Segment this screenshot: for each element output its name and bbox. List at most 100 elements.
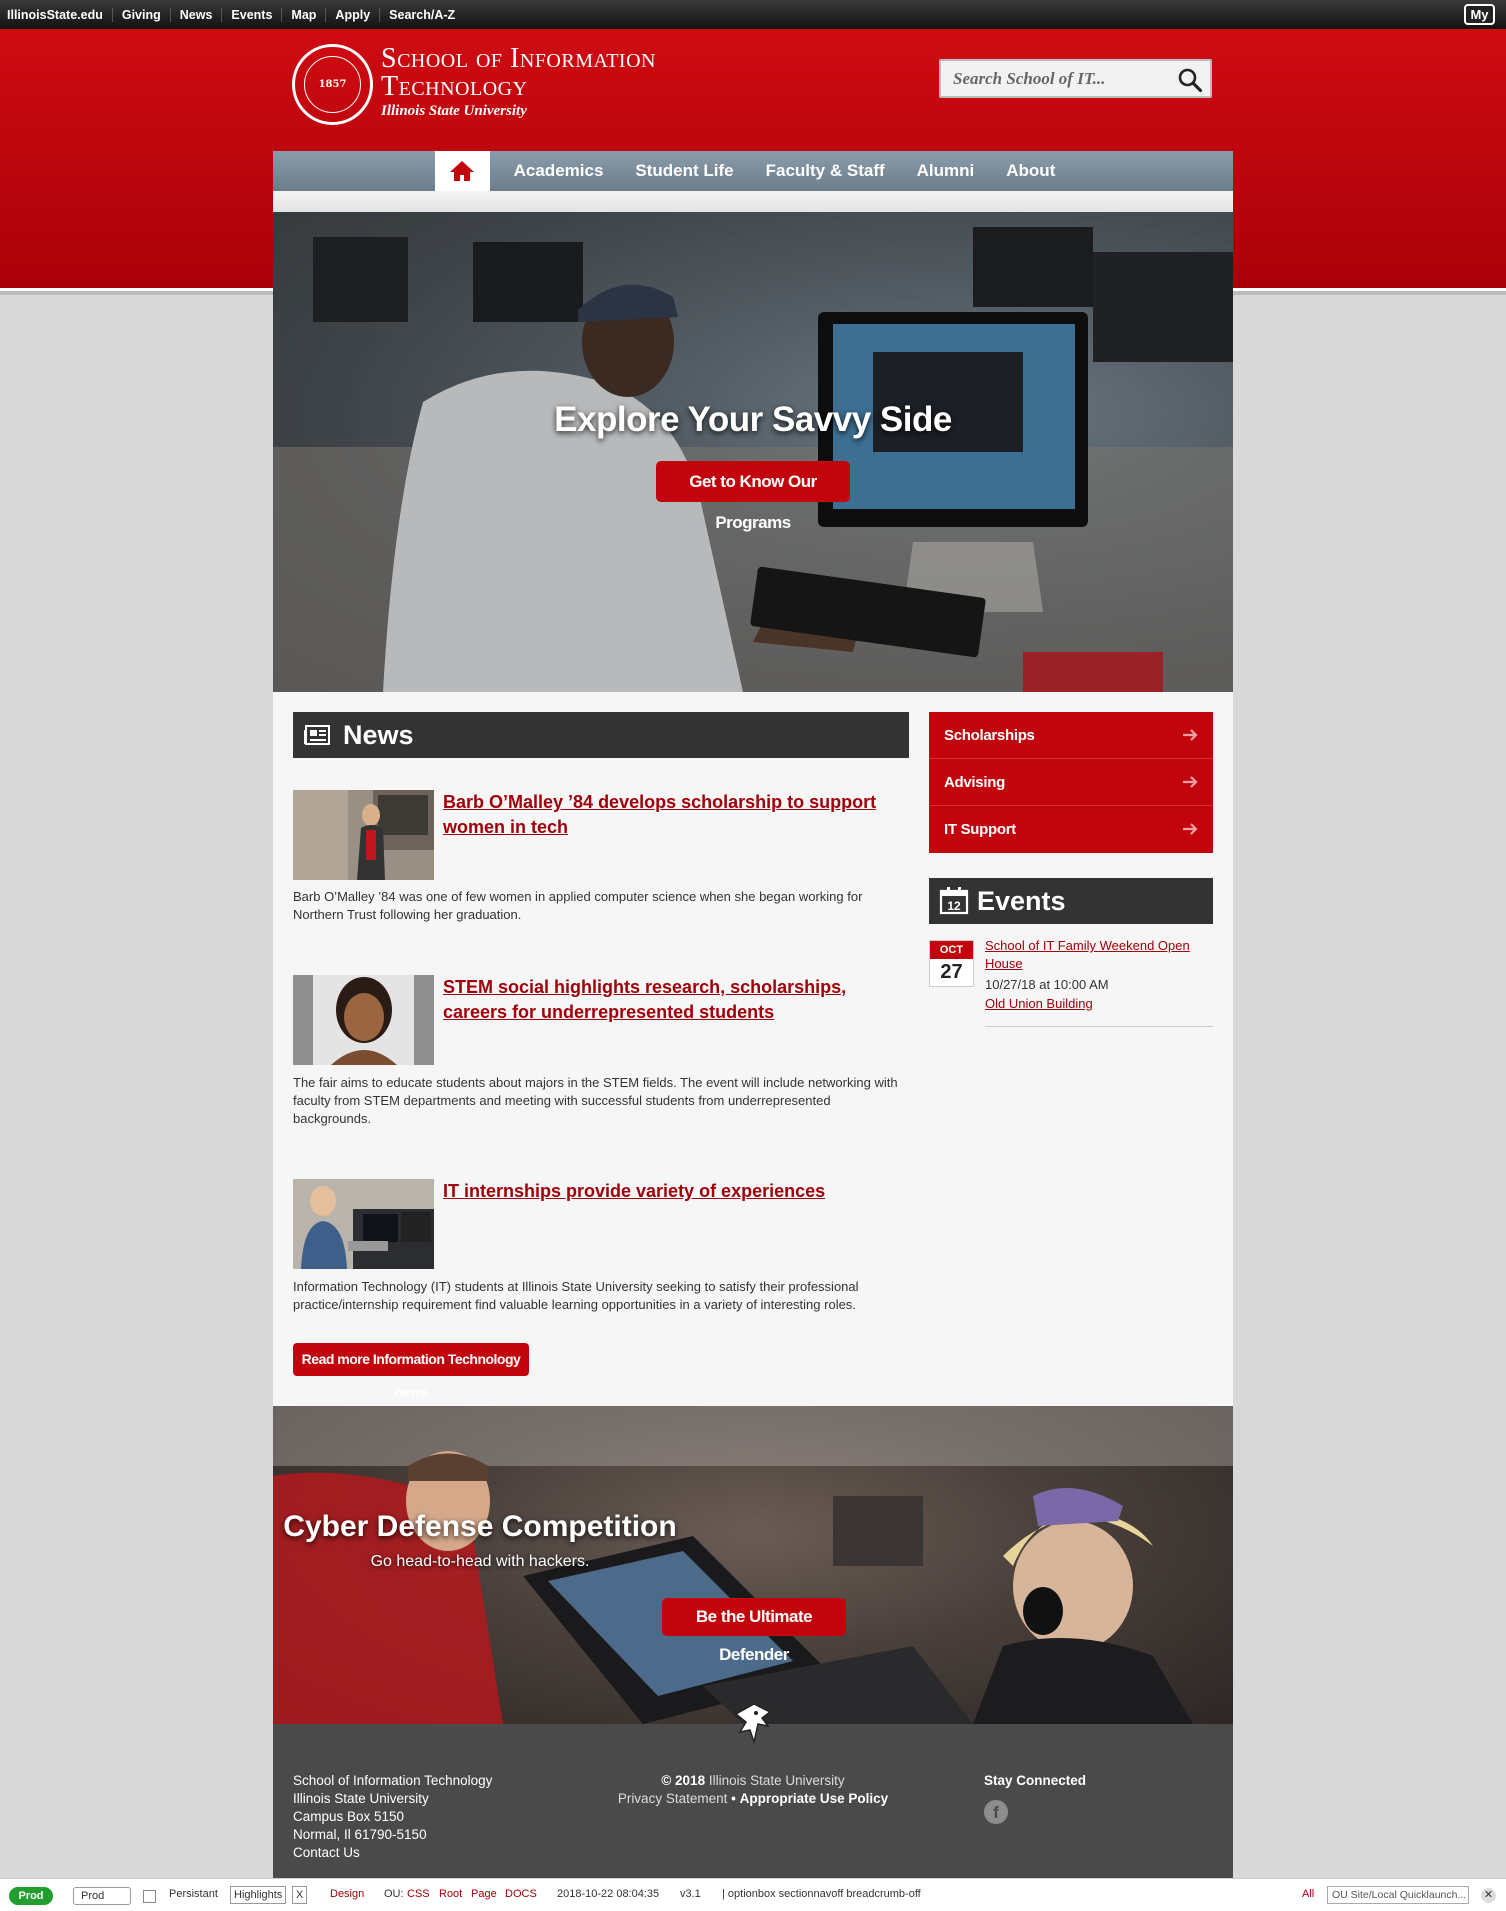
cyber-subtitle: Go head-to-head with hackers. bbox=[370, 1553, 590, 1570]
news-item-desc-2: The fair aims to educate students about … bbox=[293, 1075, 898, 1126]
site-title[interactable]: School of Information Technology bbox=[381, 45, 656, 101]
ou-campus-toolbar: Prod Prod Persistant Highlights X Design… bbox=[0, 1878, 1506, 1911]
quick-link-label: Scholarships bbox=[944, 726, 1035, 744]
footer-school-name[interactable]: School of Information Technology bbox=[293, 1772, 492, 1790]
news-heading-text: News bbox=[343, 719, 414, 750]
calendar-icon: 12 bbox=[939, 887, 969, 915]
page-classes: | optionbox sectionnavoff breadcrumb-off bbox=[722, 1888, 921, 1900]
university-seal-icon[interactable]: 1857 bbox=[292, 44, 373, 125]
redbird-logo-icon[interactable] bbox=[732, 1702, 774, 1748]
footer-campus-box: Campus Box 5150 bbox=[293, 1809, 405, 1824]
news-item-desc-1: Barb O’Malley ’84 was one of few women i… bbox=[293, 889, 863, 922]
event-day: 27 bbox=[940, 961, 963, 983]
event-month: OCT bbox=[930, 941, 973, 959]
nav-about[interactable]: About bbox=[990, 151, 1071, 191]
environment-select[interactable]: Prod bbox=[73, 1887, 131, 1905]
nav-underbar bbox=[273, 191, 1233, 212]
ou-page-link[interactable]: Page bbox=[471, 1888, 497, 1900]
nav-academics[interactable]: Academics bbox=[498, 151, 620, 191]
ou-root-link[interactable]: Root bbox=[439, 1888, 462, 1900]
event-location-link[interactable]: Old Union Building bbox=[985, 995, 1093, 1013]
footer-university: Illinois State University bbox=[293, 1791, 429, 1806]
nav-alumni[interactable]: Alumni bbox=[901, 151, 991, 191]
footer-separator: • bbox=[731, 1791, 736, 1806]
cyber-title: Cyber Defense Competition bbox=[283, 1510, 677, 1543]
utility-link-search-az[interactable]: Search/A-Z bbox=[380, 8, 464, 22]
prod-status-badge: Prod bbox=[9, 1887, 53, 1905]
utility-link-apply[interactable]: Apply bbox=[326, 7, 381, 22]
utility-bar: IllinoisState.edu Giving News Events Map… bbox=[0, 0, 1506, 29]
event-time: 10/27/18 at 10:00 AM bbox=[985, 977, 1109, 992]
event-divider bbox=[985, 1026, 1213, 1027]
hero-banner: Explore Your Savvy Side Get to Know Our … bbox=[273, 212, 1233, 692]
site-title-line2: Technology bbox=[381, 71, 528, 102]
news-thumbnail-1[interactable] bbox=[293, 790, 434, 880]
seal-year: 1857 bbox=[304, 56, 361, 113]
event-date-badge: OCT 27 bbox=[929, 940, 974, 987]
arrow-right-icon bbox=[1183, 823, 1198, 835]
utility-link-news[interactable]: News bbox=[171, 7, 223, 22]
search-icon[interactable] bbox=[1177, 67, 1203, 93]
site-title-line1: School of Information bbox=[381, 43, 656, 74]
nav-student-life[interactable]: Student Life bbox=[619, 151, 749, 191]
news-heading: News bbox=[293, 712, 909, 758]
be-ultimate-defender-button[interactable]: Be the Ultimate Defender bbox=[662, 1598, 846, 1664]
utility-links: IllinoisState.edu Giving News Events Map… bbox=[0, 7, 464, 22]
quick-link-scholarships[interactable]: Scholarships bbox=[929, 712, 1213, 759]
quick-link-label: IT Support bbox=[944, 821, 1016, 838]
hero-title: Explore Your Savvy Side bbox=[554, 400, 952, 439]
read-more-news-button[interactable]: Read more Information Technology news bbox=[293, 1343, 529, 1400]
nav-faculty-staff[interactable]: Faculty & Staff bbox=[750, 151, 901, 191]
ou-all-link[interactable]: All bbox=[1302, 1888, 1314, 1900]
ou-css-link[interactable]: CSS bbox=[407, 1888, 430, 1900]
highlights-button[interactable]: Highlights bbox=[230, 1886, 287, 1904]
close-icon[interactable]: ✕ bbox=[1481, 1888, 1496, 1903]
my-illinoisstate-button[interactable]: My bbox=[1464, 4, 1495, 25]
home-icon bbox=[450, 161, 475, 181]
news-item-title-1[interactable]: Barb O’Malley ’84 develops scholarship t… bbox=[443, 790, 903, 840]
news-item-desc-3: Information Technology (IT) students at … bbox=[293, 1279, 859, 1312]
events-heading-text: Events bbox=[977, 885, 1066, 916]
ou-docs-link[interactable]: DOCS bbox=[505, 1888, 537, 1900]
news-thumbnail-3[interactable] bbox=[293, 1179, 434, 1269]
template-version: v3.1 bbox=[680, 1888, 701, 1900]
arrow-right-icon bbox=[1183, 729, 1198, 741]
nav-home[interactable] bbox=[434, 151, 490, 191]
appropriate-use-policy-link[interactable]: Appropriate Use Policy bbox=[740, 1791, 889, 1806]
publish-timestamp: 2018-10-22 08:04:35 bbox=[557, 1888, 660, 1900]
utility-link-illinoisstate[interactable]: IllinoisState.edu bbox=[0, 7, 113, 22]
search-box bbox=[939, 59, 1212, 98]
utility-link-events[interactable]: Events bbox=[222, 7, 283, 22]
footer-city: Normal, Il 61790-5150 bbox=[293, 1827, 427, 1842]
stay-connected-label: Stay Connected bbox=[984, 1773, 1087, 1788]
quick-links: Scholarships Advising IT Support bbox=[929, 712, 1213, 853]
quick-link-advising[interactable]: Advising bbox=[929, 759, 1213, 806]
event-title-link[interactable]: School of IT Family Weekend Open House bbox=[985, 937, 1213, 973]
calendar-icon-day: 12 bbox=[947, 899, 961, 913]
site-subtitle[interactable]: Illinois State University bbox=[381, 103, 527, 120]
search-input[interactable] bbox=[941, 61, 1166, 96]
utility-link-giving[interactable]: Giving bbox=[113, 7, 171, 22]
utility-link-map[interactable]: Map bbox=[282, 7, 327, 22]
events-heading: 12 Events bbox=[929, 878, 1213, 924]
footer-copyright: © 2018 bbox=[661, 1773, 706, 1788]
ou-label: OU: bbox=[384, 1888, 404, 1900]
footer-legal: © 2018 Illinois State University Privacy… bbox=[573, 1772, 933, 1808]
quick-link-it-support[interactable]: IT Support bbox=[929, 806, 1213, 853]
privacy-statement-link[interactable]: Privacy Statement bbox=[618, 1791, 728, 1806]
news-item-title-3[interactable]: IT internships provide variety of experi… bbox=[443, 1179, 903, 1204]
main-nav: Academics Student Life Faculty & Staff A… bbox=[273, 151, 1233, 191]
highlights-close-button[interactable]: X bbox=[292, 1886, 308, 1904]
get-to-know-programs-button[interactable]: Get to Know Our Programs bbox=[656, 461, 850, 532]
news-thumbnail-2[interactable] bbox=[293, 975, 434, 1065]
hero-photo bbox=[273, 212, 1233, 692]
footer-isu-link[interactable]: Illinois State University bbox=[709, 1773, 845, 1788]
persistant-checkbox[interactable] bbox=[143, 1890, 156, 1903]
facebook-icon[interactable]: f bbox=[984, 1800, 1008, 1824]
footer-address: School of Information Technology Illinoi… bbox=[293, 1772, 492, 1862]
news-item-title-2[interactable]: STEM social highlights research, scholar… bbox=[443, 975, 903, 1025]
footer-contact-us[interactable]: Contact Us bbox=[293, 1844, 492, 1862]
news-photo-1 bbox=[293, 790, 434, 880]
design-link[interactable]: Design bbox=[330, 1888, 364, 1900]
quicklaunch-input[interactable]: OU Site/Local Quicklaunch... bbox=[1327, 1886, 1469, 1904]
